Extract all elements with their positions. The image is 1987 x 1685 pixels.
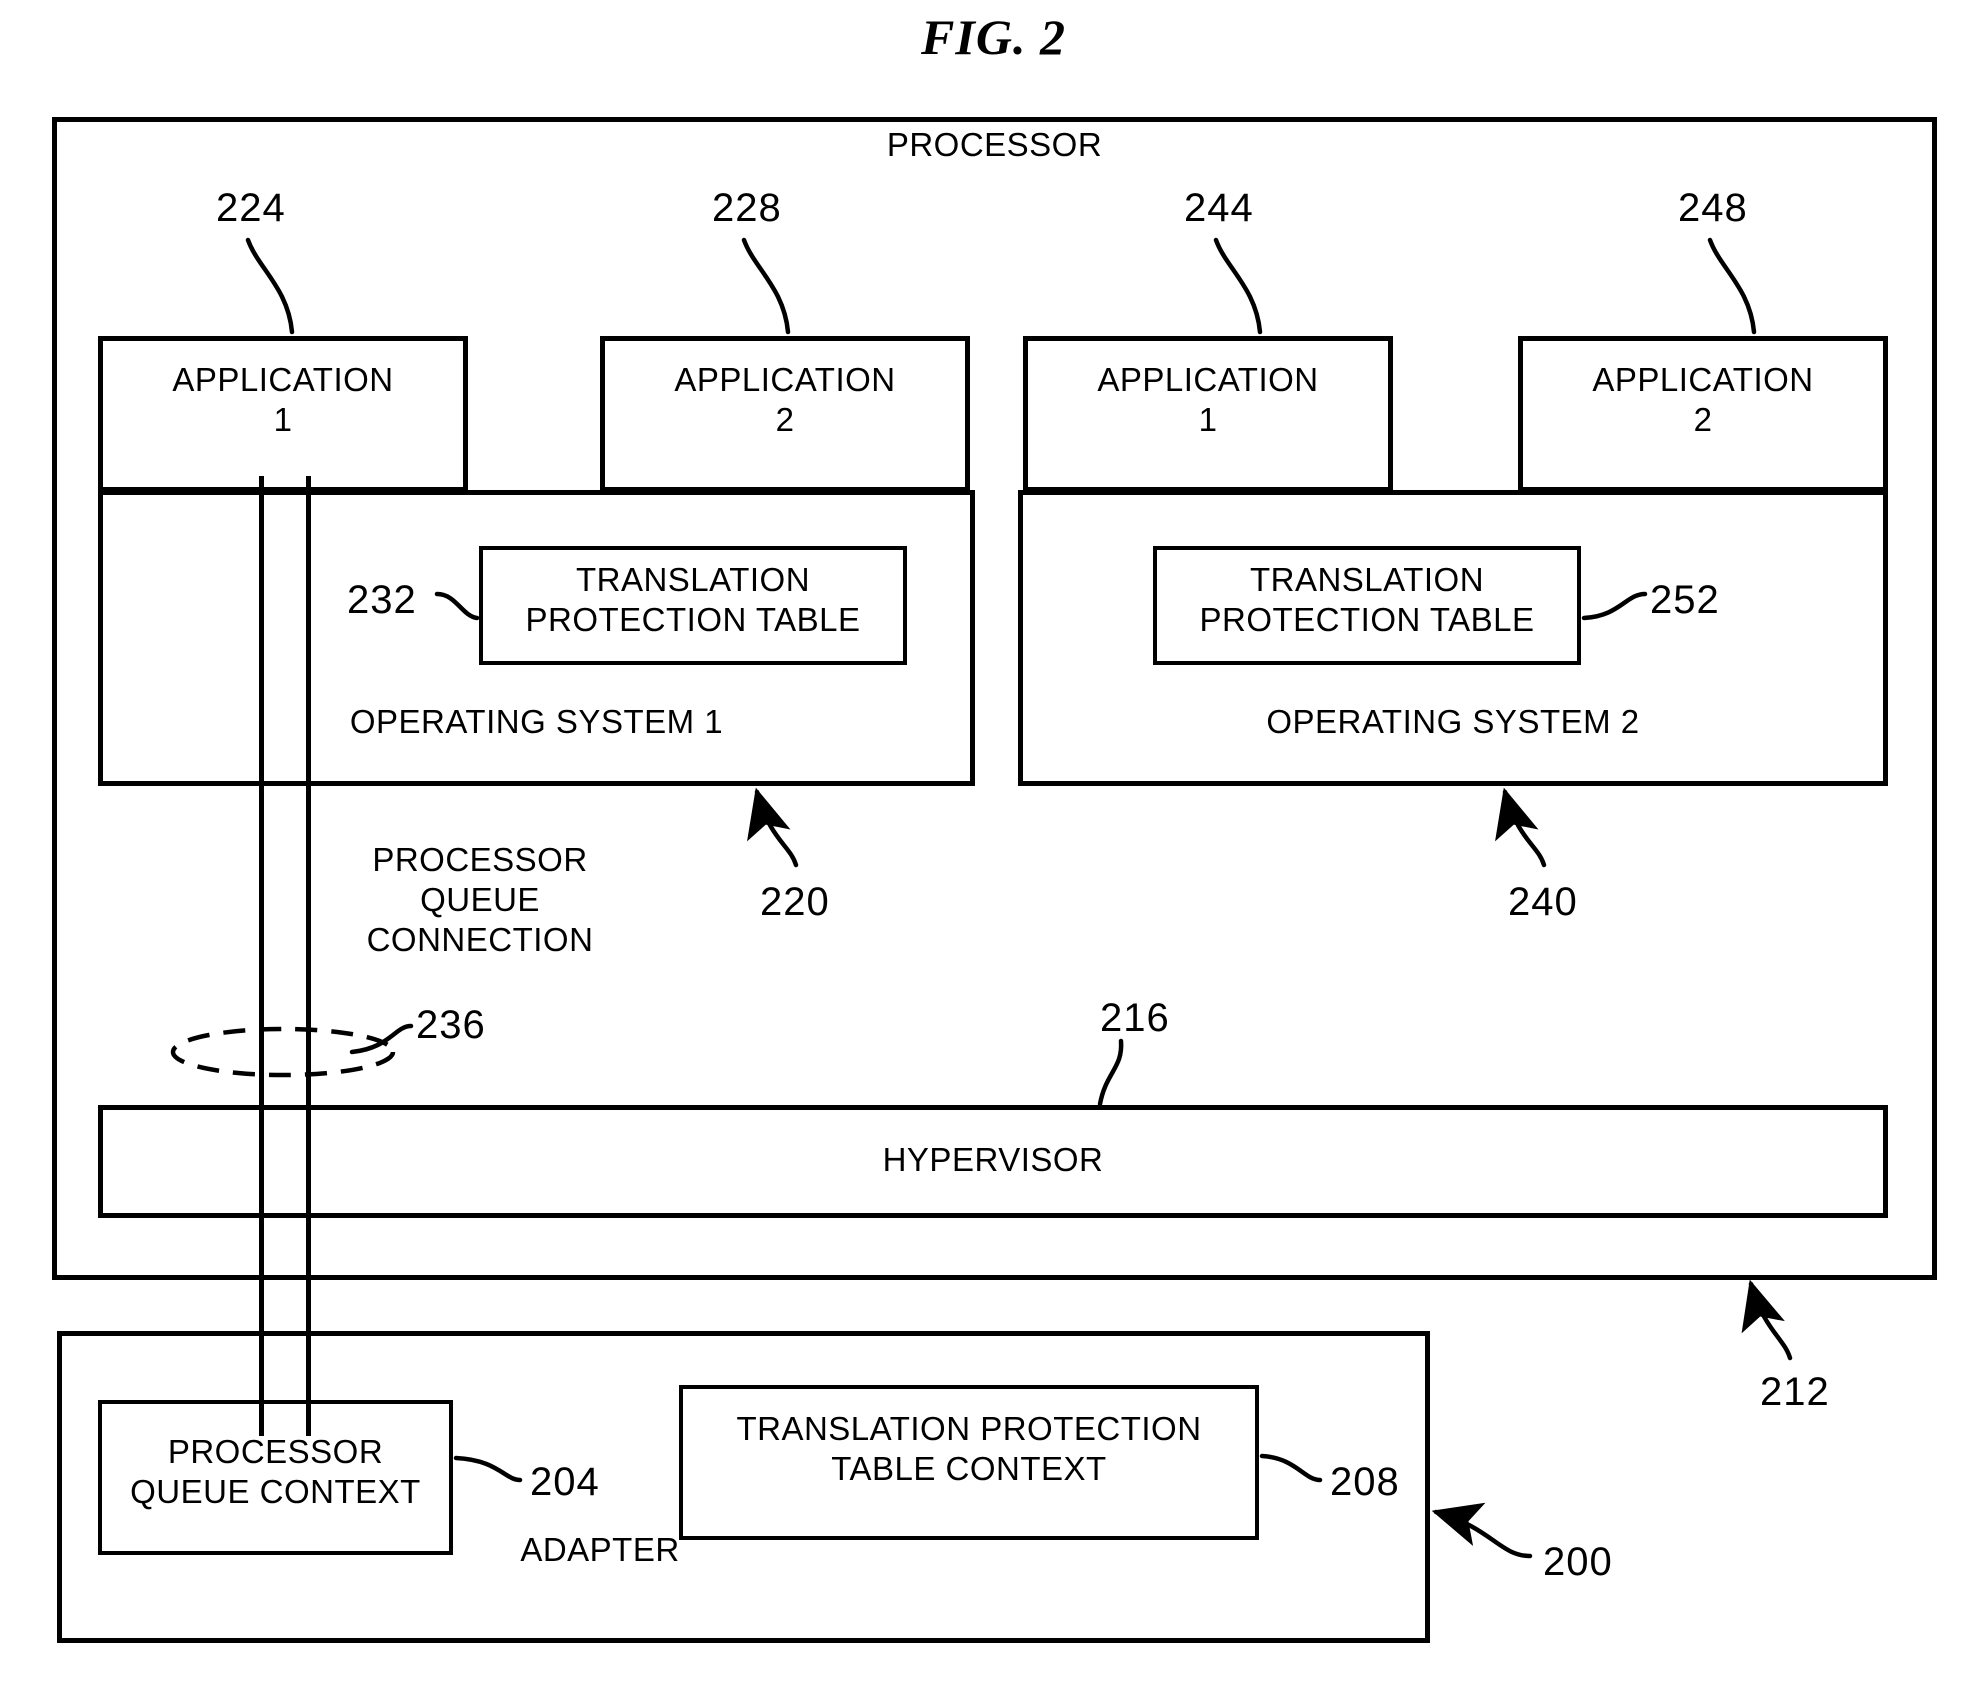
reference-252: 252 (1650, 578, 1720, 622)
operating-system-1-label: OPERATING SYSTEM 1 (349, 703, 724, 740)
translation-protection-table-252-label: TRANSLATION PROTECTION TABLE (1199, 561, 1535, 638)
figure-title: FIG. 2 (921, 9, 1066, 65)
reference-228: 228 (712, 186, 782, 230)
processor-queue-context-label: PROCESSOR QUEUE CONTEXT (130, 1433, 421, 1510)
application-2b-label: APPLICATION 2 (1592, 361, 1814, 438)
hypervisor-label: HYPERVISOR (882, 1141, 1104, 1178)
reference-244: 244 (1184, 186, 1254, 230)
reference-240: 240 (1508, 880, 1578, 924)
reference-236: 236 (416, 1003, 486, 1047)
reference-212: 212 (1760, 1370, 1830, 1414)
reference-232: 232 (347, 578, 417, 622)
application-1b-label: APPLICATION 1 (1097, 361, 1319, 438)
arrow-212 (1741, 1279, 1793, 1361)
processor-label: PROCESSOR (886, 126, 1103, 163)
application-2a-label: APPLICATION 2 (674, 361, 896, 438)
arrow-200 (1431, 1502, 1533, 1559)
reference-208: 208 (1330, 1460, 1400, 1504)
translation-protection-table-context-label: TRANSLATION PROTECTION TABLE CONTEXT (736, 1410, 1202, 1487)
operating-system-2-label: OPERATING SYSTEM 2 (1266, 703, 1640, 740)
queue-connection-line-left (259, 476, 264, 1436)
translation-protection-table-232-label: TRANSLATION PROTECTION TABLE (525, 561, 861, 638)
reference-216: 216 (1100, 996, 1170, 1040)
application-1a-label: APPLICATION 1 (172, 361, 394, 438)
queue-connection-label: PROCESSOR QUEUE CONNECTION (366, 841, 594, 958)
queue-connection-line-right (306, 476, 311, 1436)
reference-200: 200 (1543, 1540, 1613, 1584)
reference-204: 204 (530, 1460, 600, 1504)
reference-248: 248 (1678, 186, 1748, 230)
reference-224: 224 (216, 186, 286, 230)
reference-220: 220 (760, 880, 830, 924)
